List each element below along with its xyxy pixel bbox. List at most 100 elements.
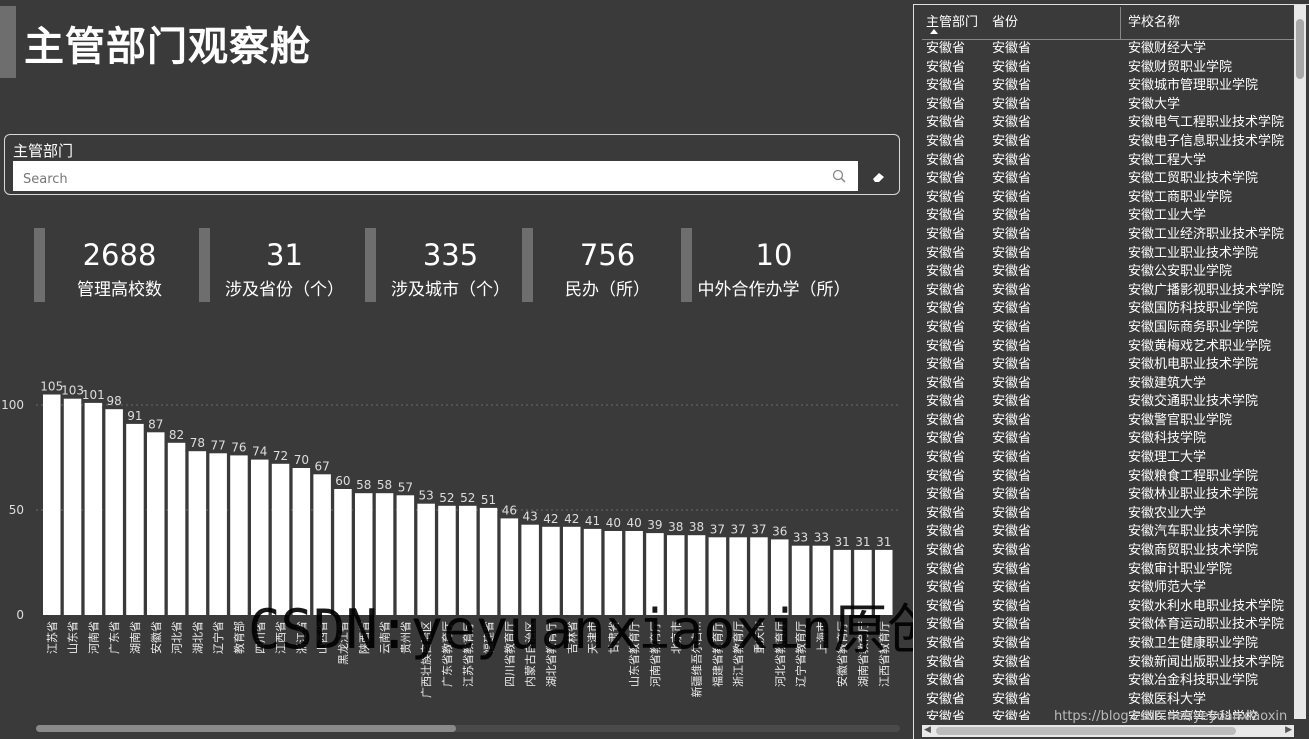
cell-school-name: 安徽粮食工程职业学院 — [1128, 468, 1259, 484]
table-row[interactable]: 安徽省 安徽省 安徽工业大学 — [922, 207, 1294, 226]
scroll-right-icon[interactable]: ▶ — [1285, 725, 1292, 735]
data-label: 31 — [855, 535, 870, 549]
cell-school-name: 安徽工贸职业技术学院 — [1128, 171, 1259, 187]
table-row[interactable]: 安徽省 安徽省 安徽交通职业技术学院 — [922, 393, 1294, 412]
table-row[interactable]: 安徽省 安徽省 安徽林业职业技术学院 — [922, 486, 1294, 505]
cell-department: 安徽省 — [926, 375, 966, 391]
cell-school-name: 安徽科技学院 — [1128, 431, 1207, 447]
table-row[interactable]: 安徽省 安徽省 安徽城市管理职业学院 — [922, 77, 1294, 96]
table-row[interactable]: 安徽省 安徽省 安徽理工大学 — [922, 449, 1294, 468]
data-label: 91 — [127, 409, 142, 423]
chart-scrollbar[interactable] — [36, 725, 900, 732]
table-row[interactable]: 安徽省 安徽省 安徽汽车职业技术学院 — [922, 523, 1294, 542]
table-row[interactable]: 安徽省 安徽省 安徽建筑大学 — [922, 375, 1294, 394]
bar[interactable] — [63, 398, 82, 615]
cell-department: 安徽省 — [926, 282, 966, 298]
table-row[interactable]: 安徽省 安徽省 安徽工业经济职业技术学院 — [922, 226, 1294, 245]
cell-province: 安徽省 — [992, 171, 1032, 187]
cell-department: 安徽省 — [926, 189, 966, 205]
kpi-card-provinces: 31 涉及省份（个） — [199, 228, 359, 302]
table-row[interactable]: 安徽省 安徽省 安徽卫生健康职业学院 — [922, 635, 1294, 654]
bar[interactable] — [43, 394, 61, 616]
title-accent-bar — [0, 6, 16, 78]
table-row[interactable]: 安徽省 安徽省 安徽体育运动职业技术学院 — [922, 616, 1294, 635]
card-accent — [34, 228, 45, 302]
table-row[interactable]: 安徽省 安徽省 安徽财经大学 — [922, 40, 1294, 59]
bar[interactable] — [188, 451, 207, 615]
table-vscroll-thumb[interactable] — [1296, 19, 1304, 79]
header-province[interactable]: 省份 — [992, 11, 1018, 30]
table-row[interactable]: 安徽省 安徽省 安徽新闻出版职业技术学院 — [922, 654, 1294, 673]
cell-school-name: 安徽医科大学 — [1128, 691, 1207, 707]
x-tick-label: 辽宁省 — [211, 621, 225, 654]
bar[interactable] — [147, 432, 165, 615]
scroll-left-icon[interactable]: ◀ — [924, 725, 931, 735]
cell-school-name: 安徽师范大学 — [1128, 580, 1207, 596]
bar[interactable] — [230, 455, 248, 615]
data-label: 39 — [647, 518, 662, 532]
cell-department: 安徽省 — [926, 171, 966, 187]
sort-ascending-icon[interactable] — [930, 29, 938, 34]
kpi-value: 756 — [579, 238, 636, 272]
data-label: 101 — [82, 388, 105, 402]
cell-school-name: 安徽广播影视职业技术学院 — [1128, 282, 1285, 298]
table-row[interactable]: 安徽省 安徽省 安徽电子信息职业技术学院 — [922, 133, 1294, 152]
cell-school-name: 安徽电气工程职业技术学院 — [1128, 115, 1285, 131]
table-row[interactable]: 安徽省 安徽省 安徽农业大学 — [922, 505, 1294, 524]
header-department[interactable]: 主管部门 — [926, 11, 978, 30]
column-divider[interactable] — [1120, 7, 1121, 39]
table-row[interactable]: 安徽省 安徽省 安徽工商职业学院 — [922, 189, 1294, 208]
bar[interactable] — [209, 453, 227, 615]
search-icon[interactable] — [832, 169, 846, 183]
bar[interactable] — [84, 402, 103, 615]
table-row[interactable]: 安徽省 安徽省 安徽电气工程职业技术学院 — [922, 114, 1294, 133]
table-row[interactable]: 安徽省 安徽省 安徽工贸职业技术学院 — [922, 170, 1294, 189]
cell-department: 安徽省 — [926, 319, 966, 335]
cell-department: 安徽省 — [926, 133, 966, 149]
chart-scroll-thumb[interactable] — [36, 725, 456, 732]
data-label: 40 — [606, 516, 621, 530]
table-horizontal-scrollbar[interactable]: ◀ ▶ — [922, 725, 1294, 737]
table-row[interactable]: 安徽省 安徽省 安徽广播影视职业技术学院 — [922, 282, 1294, 301]
table-row[interactable]: 安徽省 安徽省 安徽机电职业技术学院 — [922, 356, 1294, 375]
table-row[interactable]: 安徽省 安徽省 安徽财贸职业学院 — [922, 59, 1294, 78]
cell-province: 安徽省 — [992, 133, 1032, 149]
table-row[interactable]: 安徽省 安徽省 安徽国际商务职业学院 — [922, 319, 1294, 338]
kpi-label: 民办（所） — [565, 280, 650, 300]
kpi-card-joint: 10 中外合作办学（所） — [681, 228, 856, 302]
cell-department: 安徽省 — [926, 598, 966, 614]
bar[interactable] — [105, 409, 123, 615]
data-label: 53 — [419, 489, 434, 503]
table-row[interactable]: 安徽省 安徽省 安徽科技学院 — [922, 430, 1294, 449]
data-label: 38 — [689, 520, 704, 534]
table-row[interactable]: 安徽省 安徽省 安徽冶金科技职业学院 — [922, 672, 1294, 691]
table-row[interactable]: 安徽省 安徽省 安徽师范大学 — [922, 579, 1294, 598]
table-row[interactable]: 安徽省 安徽省 安徽水利水电职业技术学院 — [922, 598, 1294, 617]
table-hscroll-thumb[interactable] — [936, 727, 1236, 735]
header-school-name[interactable]: 学校名称 — [1128, 11, 1180, 30]
search-input[interactable] — [13, 161, 823, 191]
table-row[interactable]: 安徽省 安徽省 安徽大学 — [922, 96, 1294, 115]
data-label: 70 — [294, 453, 309, 467]
eraser-icon[interactable] — [871, 171, 887, 183]
cell-school-name: 安徽公安职业学院 — [1128, 264, 1233, 280]
cell-school-name: 安徽工商职业学院 — [1128, 189, 1233, 205]
bar[interactable] — [167, 442, 186, 615]
cell-school-name: 安徽交通职业技术学院 — [1128, 394, 1259, 410]
page-title: 主管部门观察舱 — [24, 24, 311, 70]
table-row[interactable]: 安徽省 安徽省 安徽工程大学 — [922, 152, 1294, 171]
table-row[interactable]: 安徽省 安徽省 安徽医科大学 — [922, 691, 1294, 710]
watermark-url: https://blog.csdn.net/yeyuanxiaoxin — [1054, 709, 1288, 724]
table-vertical-scrollbar[interactable] — [1294, 5, 1306, 719]
table-row[interactable]: 安徽省 安徽省 安徽警官职业学院 — [922, 412, 1294, 431]
bar[interactable] — [126, 423, 144, 615]
data-label: 58 — [356, 478, 371, 492]
table-row[interactable]: 安徽省 安徽省 安徽公安职业学院 — [922, 263, 1294, 282]
table-row[interactable]: 安徽省 安徽省 安徽粮食工程职业学院 — [922, 468, 1294, 487]
table-row[interactable]: 安徽省 安徽省 安徽国防科技职业学院 — [922, 300, 1294, 319]
table-row[interactable]: 安徽省 安徽省 安徽审计职业学院 — [922, 561, 1294, 580]
table-row[interactable]: 安徽省 安徽省 安徽黄梅戏艺术职业学院 — [922, 338, 1294, 357]
cell-province: 安徽省 — [992, 431, 1032, 447]
table-row[interactable]: 安徽省 安徽省 安徽商贸职业技术学院 — [922, 542, 1294, 561]
table-row[interactable]: 安徽省 安徽省 安徽工业职业技术学院 — [922, 245, 1294, 264]
